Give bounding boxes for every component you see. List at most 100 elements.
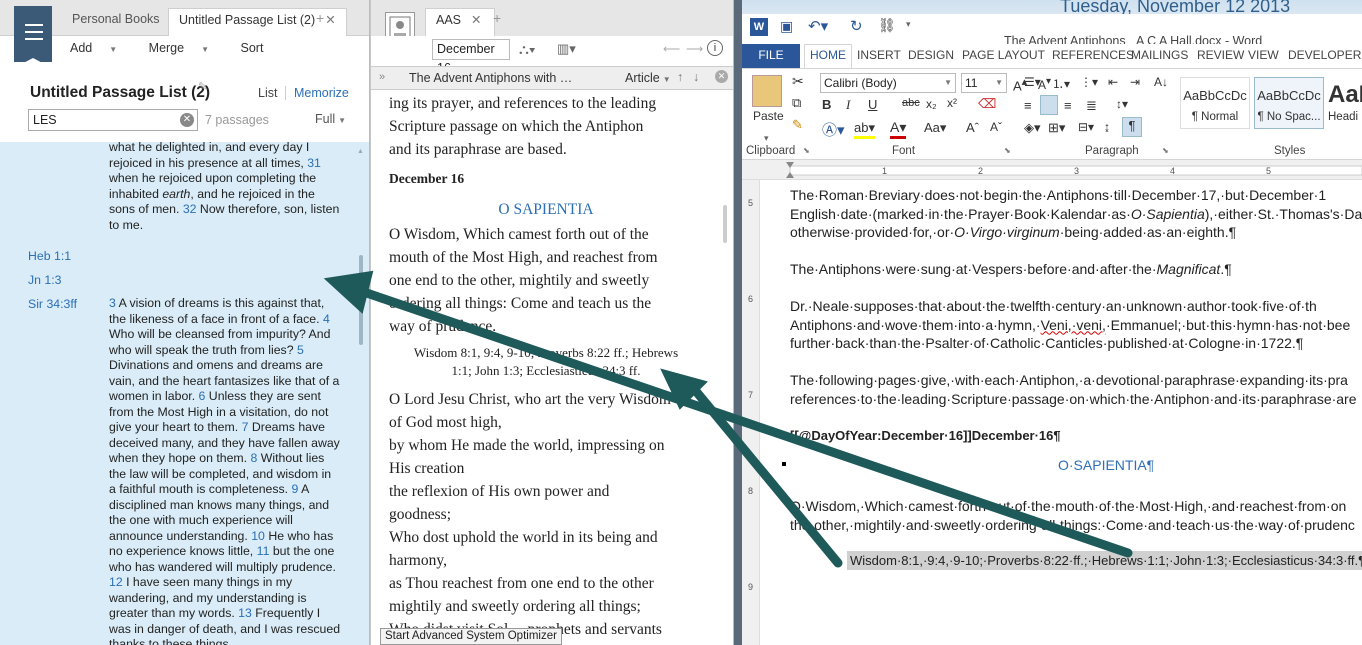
vertical-ruler[interactable]: 5 6 7 8 9 — [742, 180, 760, 645]
selected-citation[interactable]: Wisdom·8:1,·9:4,·9-10;·Proverbs·8:22·ff.… — [847, 551, 1362, 570]
list-view-link[interactable]: List — [258, 86, 277, 100]
customize-qat-icon[interactable]: ▾ — [906, 19, 911, 30]
asian-layout-icon[interactable]: ⊟▾ — [1078, 120, 1094, 134]
passage-ref-heb[interactable]: Heb 1:1 — [28, 249, 71, 263]
verse-number[interactable]: 32 — [183, 202, 197, 216]
horizontal-ruler[interactable]: 1 2 3 4 5 — [742, 160, 1362, 180]
subscript-icon[interactable]: x₂ — [926, 97, 937, 111]
shading-icon[interactable]: ◈▾ — [1024, 120, 1041, 136]
dialog-launcher-icon[interactable]: ⬊ — [1162, 146, 1169, 155]
merge-menu[interactable]: Merge ▼ — [149, 41, 223, 55]
close-icon[interactable]: ✕ — [715, 70, 728, 83]
clear-formatting-icon[interactable]: ⌫ — [978, 96, 996, 112]
parallel-resources-icon[interactable]: ⛬▾ — [519, 41, 536, 58]
tab-references[interactable]: REFERENCES — [1052, 48, 1134, 62]
pencil-icon[interactable]: ✎ — [198, 80, 207, 93]
scrollbar-thumb[interactable] — [359, 255, 363, 345]
date-dropdown[interactable]: December 16 — [432, 39, 510, 75]
back-icon[interactable]: ⟵ — [663, 42, 680, 56]
save-icon[interactable]: ▣ — [780, 18, 793, 35]
close-icon[interactable]: ✕ — [325, 13, 335, 27]
paste-dropdown-icon[interactable]: ▾ — [764, 133, 769, 144]
line-spacing-icon[interactable]: ↕▾ — [1116, 97, 1128, 111]
bold-icon[interactable]: B — [822, 97, 831, 112]
text-line: rejoiced in his presence at all times, 3… — [109, 155, 321, 170]
tab-insert[interactable]: INSERT — [857, 48, 901, 62]
multilevel-list-icon[interactable]: ⋮▾ — [1080, 75, 1098, 89]
style-no-spacing[interactable]: AaBbCcDc ¶ No Spac... — [1254, 77, 1324, 129]
style-normal[interactable]: AaBbCcDc ¶ Normal — [1180, 77, 1250, 129]
tab-developer[interactable]: DEVELOPER — [1288, 48, 1361, 62]
scrollbar-thumb[interactable] — [723, 205, 727, 243]
add-menu[interactable]: Add ▼ — [70, 41, 131, 55]
tab-file[interactable]: FILE — [742, 44, 800, 68]
info-icon[interactable]: i — [707, 40, 723, 56]
style-heading[interactable]: AaB Headi — [1328, 77, 1362, 129]
tab-view[interactable]: VIEW — [1248, 48, 1279, 62]
clear-icon[interactable]: ✕ — [180, 113, 194, 127]
forward-icon[interactable]: ⟶ — [686, 42, 703, 56]
align-right-icon[interactable]: ≡ — [1064, 98, 1072, 113]
increase-indent-icon[interactable]: ⇥ — [1130, 75, 1140, 89]
justify-icon[interactable]: ≣ — [1086, 98, 1097, 114]
sort-icon[interactable]: A↓ — [1154, 75, 1168, 89]
font-color-icon[interactable]: A▾ — [890, 119, 907, 139]
passage-ref-jn[interactable]: Jn 1:3 — [28, 273, 62, 287]
document-body[interactable]: The·Roman·Breviary·does·not·begin·the·An… — [790, 186, 1362, 464]
scripture-citation[interactable]: Wisdom 8:1, 9:4, 9-10; Proverbs 8:22 ff.… — [389, 344, 703, 380]
sitemap-icon[interactable]: ⛓ — [878, 17, 896, 34]
dialog-launcher-icon[interactable]: ⬊ — [1004, 146, 1011, 155]
sort-2-icon[interactable]: ↨ — [1104, 120, 1110, 134]
text-effects-icon[interactable]: Ⓐ▾ — [822, 119, 845, 140]
superscript-icon[interactable]: x² — [947, 96, 957, 110]
strikethrough-icon[interactable]: abc — [902, 97, 920, 109]
view-mode-dropdown[interactable]: Full ▼ — [315, 112, 346, 126]
passage-list-menu-icon[interactable] — [14, 6, 52, 68]
memorize-link[interactable]: Memorize — [294, 86, 349, 100]
up-arrow-icon[interactable]: ↑ — [677, 70, 683, 84]
close-icon[interactable]: ✕ — [471, 13, 481, 27]
tab-design[interactable]: DESIGN — [908, 48, 954, 62]
highlight-icon[interactable]: ab▾ — [854, 120, 875, 139]
numbering-icon[interactable]: ⒈▾ — [1052, 75, 1070, 92]
add-tab-icon[interactable]: + — [316, 10, 324, 26]
resource-title[interactable]: The Advent Antiphons with … — [409, 71, 572, 85]
shrink-font-2-icon[interactable]: Aˇ — [990, 120, 1002, 134]
add-tab-icon[interactable]: + — [493, 10, 501, 26]
down-arrow-icon[interactable]: ↓ — [693, 70, 699, 84]
font-name-field[interactable]: Calibri (Body) ▼ — [820, 73, 956, 93]
tab-aas[interactable]: AAS ✕ — [425, 8, 495, 36]
undo-icon[interactable]: ↶▾ — [808, 17, 828, 35]
redo-icon[interactable]: ↻ — [850, 17, 863, 35]
tab-mailings[interactable]: MAILINGS — [1131, 48, 1188, 62]
tab-review[interactable]: REVIEW — [1197, 48, 1244, 62]
cut-icon[interactable]: ✂ — [792, 73, 804, 90]
align-left-icon[interactable]: ≡ — [1024, 98, 1032, 113]
article-dropdown[interactable]: Article ▼ — [625, 71, 671, 85]
underline-icon[interactable]: U — [868, 97, 877, 112]
align-center-icon[interactable] — [1040, 95, 1058, 115]
tab-page-layout[interactable]: PAGE LAYOUT — [962, 48, 1045, 62]
borders-icon[interactable]: ⊞▾ — [1048, 120, 1065, 136]
decrease-indent-icon[interactable]: ⇤ — [1108, 75, 1118, 89]
dialog-launcher-icon[interactable]: ⬊ — [803, 146, 810, 155]
change-case-icon[interactable]: Aa▾ — [924, 120, 946, 136]
grow-font-2-icon[interactable]: Aˆ — [966, 120, 979, 135]
copy-icon[interactable]: ⧉ — [792, 95, 801, 111]
bullets-icon[interactable]: ☰▾ — [1024, 75, 1041, 89]
tab-personal-books[interactable]: Personal Books — [62, 8, 170, 36]
italic-icon[interactable]: I — [846, 97, 850, 113]
font-size-field[interactable]: 11 ▼ — [961, 73, 1007, 93]
format-painter-icon[interactable]: ✎ — [792, 117, 803, 133]
sort-button[interactable]: Sort — [241, 41, 264, 55]
passage-ref-sir[interactable]: Sir 34:3ff — [28, 297, 77, 311]
show-formatting-icon[interactable]: ¶ — [1122, 117, 1142, 137]
paste-button[interactable]: Paste — [753, 109, 784, 123]
expand-icon[interactable]: » — [379, 71, 385, 83]
scroll-up-icon[interactable]: ▲ — [357, 148, 364, 155]
tab-home[interactable]: HOME — [804, 44, 852, 69]
paste-icon[interactable] — [752, 75, 782, 107]
panel-layout-icon[interactable]: ▥▾ — [557, 41, 576, 57]
verse-number[interactable]: 31 — [307, 156, 321, 170]
search-input[interactable]: LES ✕ — [28, 109, 198, 131]
